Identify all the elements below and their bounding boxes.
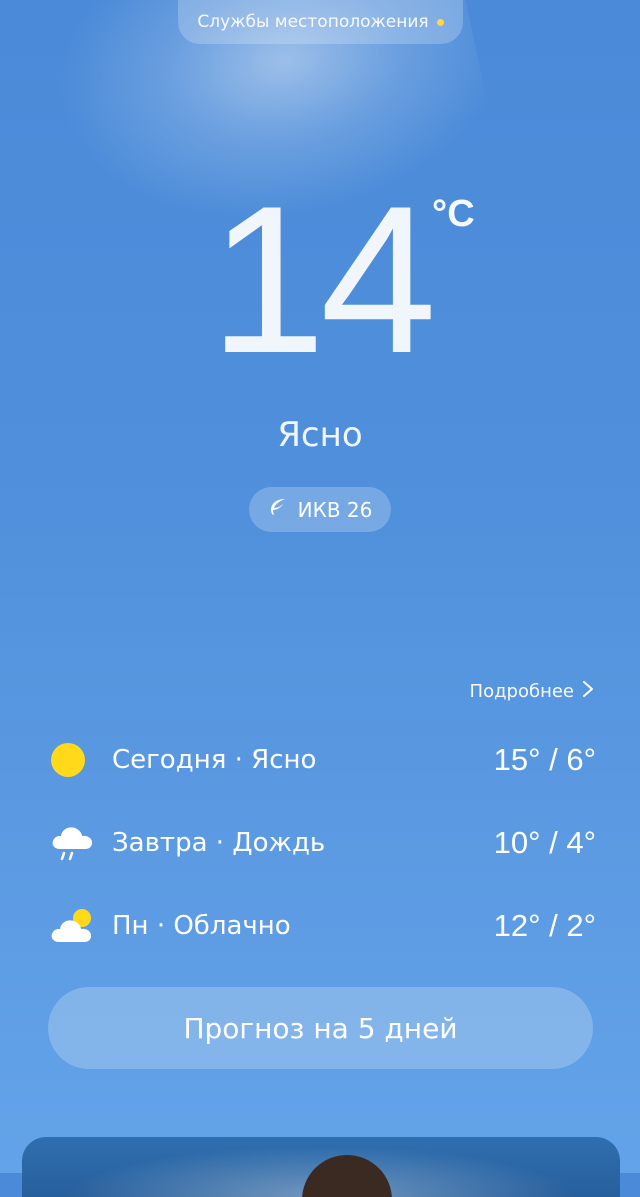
more-details-label: Подробнее bbox=[469, 681, 574, 702]
chevron-right-icon bbox=[582, 680, 594, 703]
rain-cloud-icon bbox=[48, 819, 96, 867]
forecast-day-temps: 12° / 2° bbox=[493, 907, 596, 943]
forecast-day-label: Завтра · Дождь bbox=[112, 827, 326, 858]
temperature-unit: °C bbox=[432, 193, 475, 235]
forecast-row-tomorrow[interactable]: Завтра · Дождь 10° / 4° bbox=[48, 801, 596, 884]
leaf-icon bbox=[268, 497, 288, 522]
five-day-forecast-button[interactable]: Прогноз на 5 дней bbox=[48, 987, 593, 1069]
forecast-row-monday[interactable]: Пн · Облачно 12° / 2° bbox=[48, 884, 596, 967]
more-details-link[interactable]: Подробнее bbox=[470, 680, 594, 703]
forecast-day-temps: 15° / 6° bbox=[493, 741, 596, 777]
location-services-pill[interactable]: Службы местоположения bbox=[178, 0, 463, 44]
location-services-label: Службы местоположения bbox=[197, 12, 429, 32]
promo-card[interactable] bbox=[22, 1137, 620, 1197]
partly-cloudy-icon bbox=[48, 902, 96, 950]
forecast-row-today[interactable]: Сегодня · Ясно 15° / 6° bbox=[48, 718, 596, 801]
forecast-list: Сегодня · Ясно 15° / 6° Завтра · Дождь 1… bbox=[48, 718, 596, 967]
aqi-label: ИКВ 26 bbox=[297, 497, 373, 522]
sun-icon bbox=[48, 736, 96, 784]
current-temperature: 14 °C bbox=[0, 175, 640, 385]
forecast-day-label: Сегодня · Ясно bbox=[112, 744, 317, 775]
current-condition: Ясно bbox=[277, 415, 363, 455]
forecast-day-label: Пн · Облачно bbox=[112, 910, 291, 941]
aqi-badge[interactable]: ИКВ 26 bbox=[249, 487, 391, 532]
location-status-dot bbox=[436, 18, 444, 26]
temperature-value: 14 bbox=[209, 162, 437, 397]
forecast-day-temps: 10° / 4° bbox=[493, 824, 596, 860]
